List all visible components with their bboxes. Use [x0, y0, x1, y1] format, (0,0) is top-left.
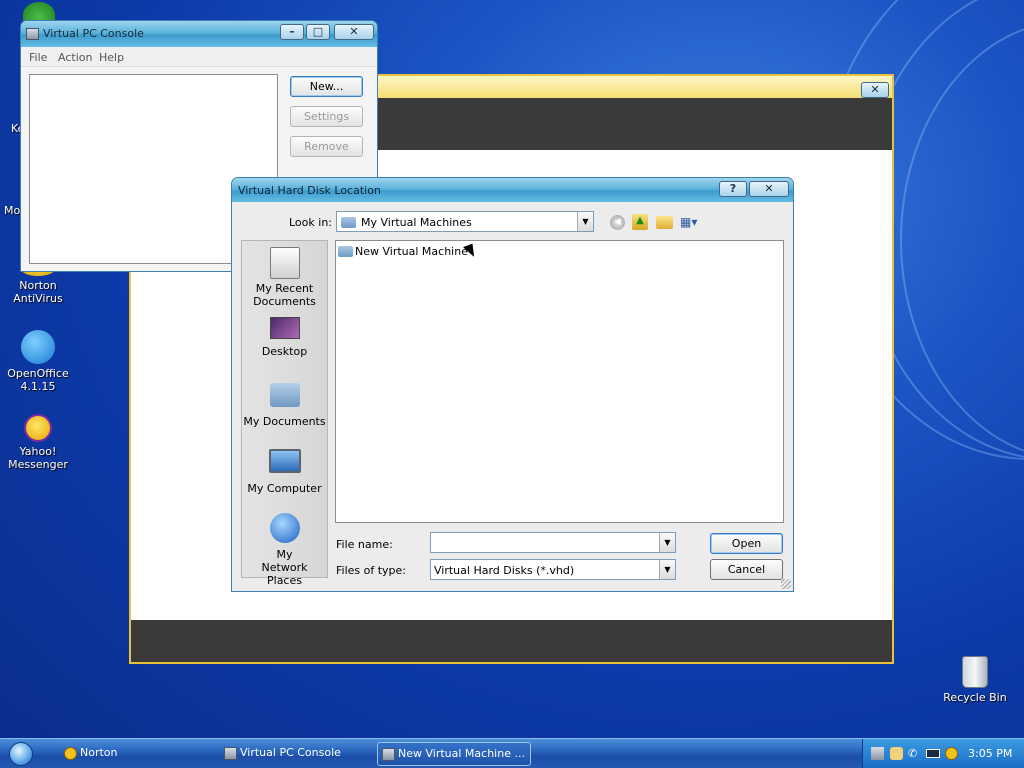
tray-phone-icon[interactable]: ✆: [908, 747, 921, 760]
place-label: My Recent Documents: [253, 282, 316, 308]
look-in-label: Look in:: [289, 216, 332, 229]
menu-action[interactable]: Action: [58, 51, 92, 64]
folder-icon: [341, 217, 356, 228]
dialog-title: Virtual Hard Disk Location: [238, 184, 381, 197]
menu-file[interactable]: File: [29, 51, 47, 64]
recycle-bin-icon: [962, 656, 988, 688]
recent-documents-icon: [269, 247, 300, 279]
wizard-footer-band: [131, 620, 892, 662]
resize-grip-icon[interactable]: [781, 579, 791, 589]
taskbar: Norton Virtual PC Console New Virtual Ma…: [0, 738, 1024, 768]
place-recent-documents[interactable]: My Recent Documents: [242, 247, 327, 308]
tray-vpc-icon[interactable]: [871, 747, 884, 760]
place-network-places[interactable]: My Network Places: [242, 513, 327, 587]
my-computer-icon: [268, 449, 301, 473]
desktop-icon-openoffice[interactable]: OpenOffice 4.1.15: [3, 330, 73, 393]
desktop-icon-label: Recycle Bin: [943, 691, 1007, 704]
task-label: Norton: [80, 746, 118, 759]
norton-icon: [64, 747, 77, 760]
taskbar-task-norton[interactable]: Norton: [60, 742, 210, 766]
files-of-type-dropdown-arrow[interactable]: ▼: [659, 560, 675, 579]
console-minimize-button[interactable]: –: [280, 24, 304, 40]
taskbar-task-virtual-pc-console[interactable]: Virtual PC Console: [220, 742, 370, 766]
up-folder-icon[interactable]: ▲: [632, 214, 648, 230]
new-folder-icon[interactable]: [656, 216, 673, 229]
view-menu-icon[interactable]: ▦▾: [680, 215, 704, 230]
console-new-button[interactable]: New...: [290, 76, 363, 97]
openoffice-icon: [21, 330, 55, 364]
dialog-help-button[interactable]: ?: [719, 181, 747, 197]
place-my-documents[interactable]: My Documents: [242, 383, 327, 428]
dialog-titlebar[interactable]: Virtual Hard Disk Location ? ✕: [232, 178, 793, 202]
console-titlebar[interactable]: Virtual PC Console – □ ✕: [21, 21, 377, 47]
file-list[interactable]: New Virtual Machine: [335, 240, 784, 523]
file-name-label: File name:: [336, 538, 393, 551]
desktop-icon-recycle-bin[interactable]: Recycle Bin: [940, 656, 1010, 704]
place-label: My Computer: [247, 482, 322, 495]
place-label: Desktop: [261, 345, 308, 358]
system-tray: ✆ 3:05 PM: [862, 739, 1024, 768]
back-icon[interactable]: ◀: [610, 215, 625, 230]
wizard-close-button[interactable]: ✕: [861, 82, 889, 98]
look-in-value: My Virtual Machines: [361, 216, 472, 229]
console-app-icon: [224, 747, 237, 760]
look-in-dropdown[interactable]: My Virtual Machines ▼: [336, 211, 594, 232]
file-item-label: New Virtual Machine: [355, 245, 468, 258]
console-app-icon: [382, 748, 395, 761]
console-title: Virtual PC Console: [43, 27, 144, 40]
dialog-close-button[interactable]: ✕: [749, 181, 789, 197]
desktop-partial-label-2: Mo: [4, 204, 21, 217]
yahoo-smiley-icon: [24, 414, 52, 442]
network-places-icon: [269, 513, 300, 543]
place-my-computer[interactable]: My Computer: [242, 449, 327, 495]
task-label: Virtual PC Console: [240, 746, 341, 759]
console-app-icon: [26, 28, 39, 40]
tray-user-icon[interactable]: [890, 747, 903, 760]
desktop-icon-label: Norton AntiVirus: [13, 279, 63, 305]
open-button[interactable]: Open: [710, 533, 783, 554]
cancel-button[interactable]: Cancel: [710, 559, 783, 580]
place-label: My Network Places: [261, 548, 308, 587]
start-button[interactable]: [9, 742, 33, 766]
place-desktop[interactable]: Desktop: [242, 317, 327, 358]
files-of-type-label: Files of type:: [336, 564, 407, 577]
console-menubar: File Action Help: [21, 47, 377, 67]
console-settings-button[interactable]: Settings: [290, 106, 363, 127]
console-remove-button[interactable]: Remove: [290, 136, 363, 157]
vhd-location-dialog: Virtual Hard Disk Location ? ✕ Look in: …: [231, 177, 794, 592]
taskbar-task-new-virtual-machine[interactable]: New Virtual Machine ...: [377, 742, 531, 766]
file-name-field[interactable]: ▼: [430, 532, 676, 553]
desktop-icon-label: Yahoo! Messenger: [8, 445, 68, 471]
desktop-place-icon: [269, 317, 300, 339]
places-bar: My Recent Documents Desktop My Documents…: [241, 240, 328, 587]
my-documents-icon: [269, 383, 300, 407]
place-label: My Documents: [243, 415, 326, 428]
desktop-icon-yahoo-messenger[interactable]: Yahoo! Messenger: [3, 414, 73, 471]
tray-norton-icon[interactable]: [945, 747, 958, 760]
task-label: New Virtual Machine ...: [398, 747, 525, 760]
desktop-icon-label: OpenOffice 4.1.15: [7, 367, 69, 393]
folder-icon: [338, 246, 353, 257]
look-in-dropdown-arrow[interactable]: ▼: [577, 212, 593, 231]
files-of-type-dropdown[interactable]: Virtual Hard Disks (*.vhd) ▼: [430, 559, 676, 580]
console-close-button[interactable]: ✕: [334, 24, 374, 40]
files-of-type-value: Virtual Hard Disks (*.vhd): [434, 564, 575, 577]
clock: 3:05 PM: [968, 747, 1013, 760]
tray-battery-icon[interactable]: [926, 749, 940, 758]
console-maximize-button[interactable]: □: [306, 24, 330, 40]
file-name-dropdown-arrow[interactable]: ▼: [659, 533, 675, 552]
menu-help[interactable]: Help: [99, 51, 124, 64]
